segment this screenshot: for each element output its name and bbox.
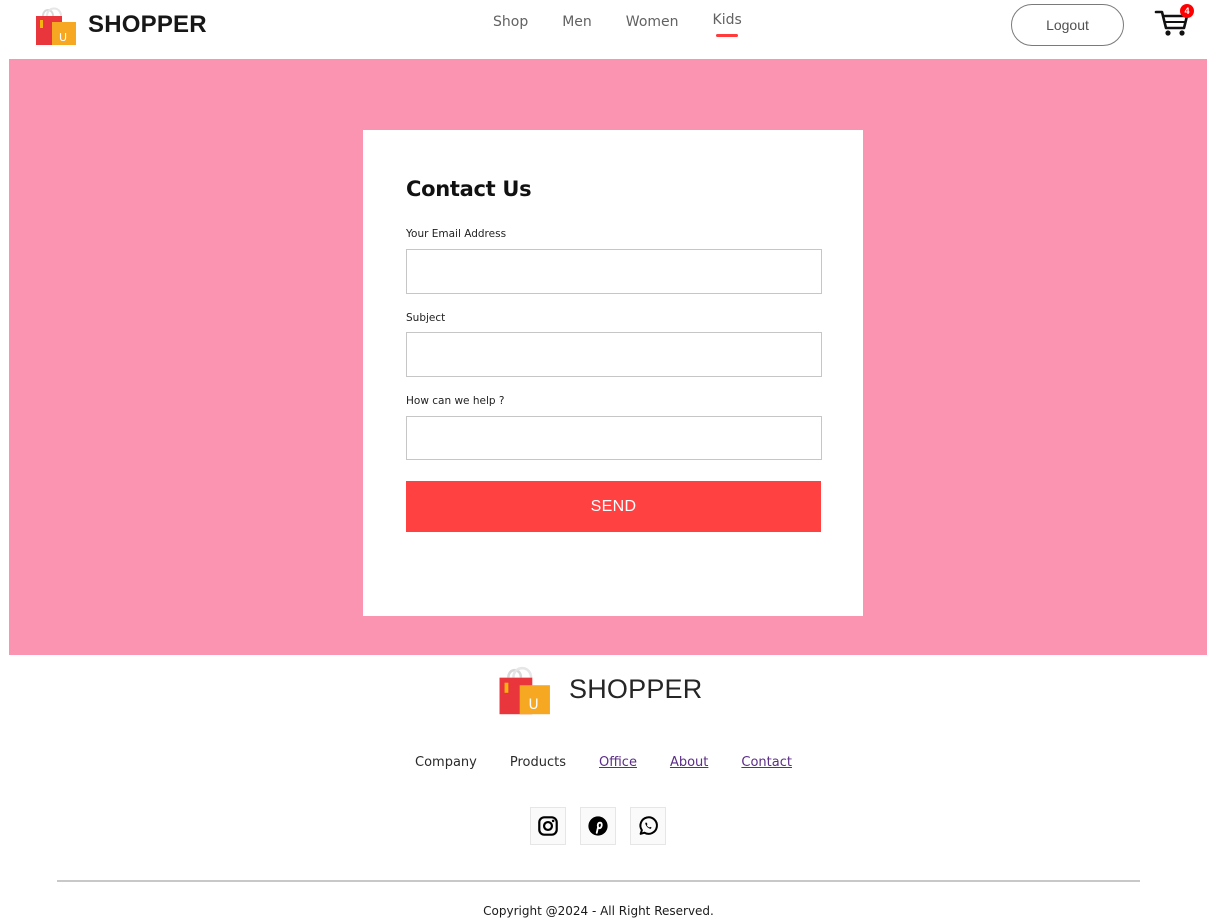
cart-count-badge: 4 <box>1180 4 1194 18</box>
nav-item-men[interactable]: Men <box>562 14 592 30</box>
copyright-text: Copyright @2024 - All Right Reserved. <box>483 904 714 918</box>
help-label: How can we help ? <box>406 395 505 407</box>
brand[interactable]: U SHOPPER <box>34 4 207 46</box>
email-label: Your Email Address <box>406 228 507 240</box>
footer-link-company[interactable]: Company <box>415 755 477 770</box>
navbar: U SHOPPER Shop Men Women Kids Logout 4 <box>0 0 1207 59</box>
shopping-bag-logo-icon: U <box>36 7 76 45</box>
contact-form-title: Contact Us <box>406 177 532 201</box>
active-nav-indicator <box>715 34 738 37</box>
footer-divider <box>57 880 1140 882</box>
footer-link-products[interactable]: Products <box>510 755 566 770</box>
nav-menu: Shop Men Women Kids <box>493 12 776 37</box>
brand-name: SHOPPER <box>88 11 207 38</box>
nav-item-women[interactable]: Women <box>626 14 679 30</box>
nav-item-label: Kids <box>712 12 742 28</box>
footer-link-about[interactable]: About <box>670 755 708 770</box>
footer-link-contact[interactable]: Contact <box>741 755 792 770</box>
subject-label: Subject <box>406 312 446 324</box>
svg-text:U: U <box>529 697 539 713</box>
shopping-bag-logo-icon: U <box>499 666 550 715</box>
nav-item-shop[interactable]: Shop <box>493 14 528 30</box>
nav-item-label: Shop <box>493 14 529 30</box>
instagram-icon[interactable] <box>530 807 566 845</box>
svg-text:U: U <box>59 31 67 44</box>
nav-item-kids[interactable]: Kids <box>712 12 742 37</box>
nav-item-label: Men <box>562 14 592 30</box>
send-button[interactable]: SEND <box>406 481 821 532</box>
email-field[interactable] <box>406 249 822 294</box>
help-message-field[interactable] <box>406 416 822 460</box>
footer-link-office[interactable]: Office <box>599 755 637 770</box>
logout-button[interactable]: Logout <box>1011 4 1124 46</box>
footer-brand-name: SHOPPER <box>569 673 703 704</box>
whatsapp-icon[interactable] <box>630 807 666 845</box>
footer-links: Company Products Office About Contact <box>415 755 825 770</box>
footer-brand: U SHOPPER <box>497 662 702 716</box>
pinterest-icon[interactable] <box>580 807 616 845</box>
nav-item-label: Women <box>625 14 679 30</box>
subject-field[interactable] <box>406 332 822 377</box>
social-links <box>530 807 680 845</box>
contact-form-card: Contact Us Your Email Address Subject Ho… <box>363 130 863 616</box>
